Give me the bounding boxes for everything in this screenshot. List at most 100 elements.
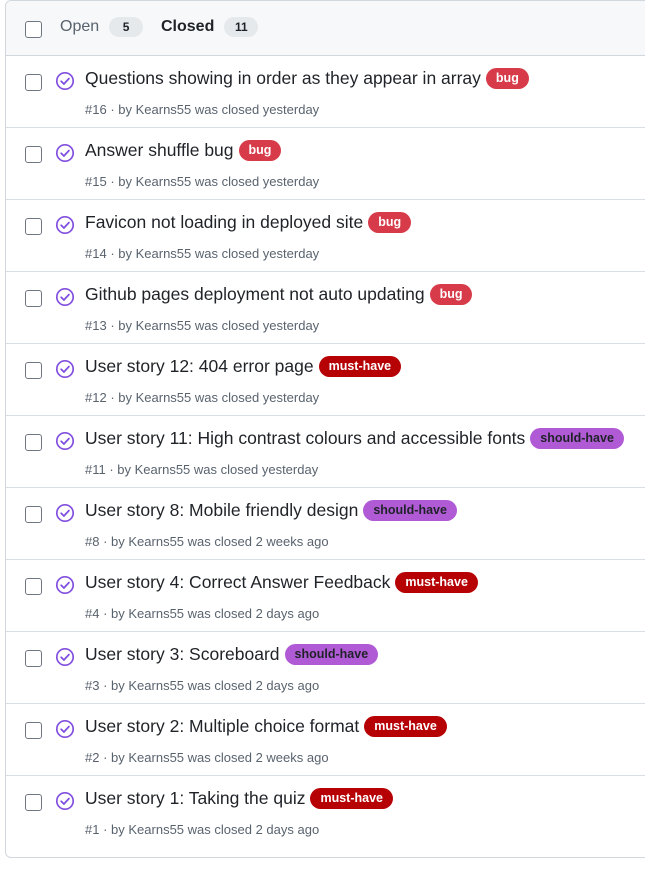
issue-closed-icon — [55, 791, 75, 811]
issue-select-checkbox[interactable] — [25, 722, 42, 739]
issue-author-link[interactable]: Kearns55 — [128, 822, 184, 837]
issue-closed-time: was closed 2 weeks ago — [187, 534, 329, 549]
issue-label[interactable]: should-have — [530, 428, 624, 449]
issue-title-line: User story 4: Correct Answer Feedback mu… — [85, 572, 478, 593]
issue-select-checkbox[interactable] — [25, 578, 42, 595]
issue-title-link[interactable]: Answer shuffle bug — [85, 140, 234, 161]
issue-number: #1 — [85, 822, 100, 837]
issue-label[interactable]: bug — [238, 140, 282, 161]
issues-list-header: Open 5 Closed 11 — [6, 1, 645, 56]
issue-number: #16 — [85, 102, 107, 117]
issue-closed-icon — [55, 647, 75, 667]
issue-author-link[interactable]: Kearns55 — [128, 750, 184, 765]
issue-title-line: User story 11: High contrast colours and… — [85, 428, 624, 449]
meta-separator: · by — [106, 246, 136, 261]
issue-closed-icon — [55, 143, 75, 163]
meta-separator: · by — [106, 390, 136, 405]
issue-meta: #12 · by Kearns55 was closed yesterday — [85, 390, 319, 405]
issue-title-line: User story 12: 404 error page must-have — [85, 356, 402, 377]
issue-closed-icon — [55, 215, 75, 235]
meta-separator: · by — [106, 174, 136, 189]
issue-title-line: Github pages deployment not auto updatin… — [85, 284, 473, 305]
issue-select-checkbox[interactable] — [25, 650, 42, 667]
issue-title-line: Answer shuffle bug bug — [85, 140, 282, 161]
meta-separator: · by — [106, 102, 136, 117]
issue-title-link[interactable]: User story 1: Taking the quiz — [85, 788, 305, 809]
issue-closed-time: was closed 2 weeks ago — [187, 750, 329, 765]
issue-closed-time: was closed 2 days ago — [187, 606, 320, 621]
issue-title-link[interactable]: Github pages deployment not auto updatin… — [85, 284, 425, 305]
issue-closed-time: was closed 2 days ago — [187, 822, 320, 837]
tab-closed-count: 11 — [224, 17, 259, 37]
issue-author-link[interactable]: Kearns55 — [136, 102, 192, 117]
issue-meta: #14 · by Kearns55 was closed yesterday — [85, 246, 319, 261]
issues-list-box: Open 5 Closed 11 Questions showing in or… — [5, 0, 645, 858]
issue-rows: Questions showing in order as they appea… — [6, 56, 645, 848]
issue-title-link[interactable]: User story 11: High contrast colours and… — [85, 428, 525, 449]
issue-select-checkbox[interactable] — [25, 290, 42, 307]
tab-closed[interactable]: Closed 11 — [161, 17, 259, 37]
issue-title-link[interactable]: User story 12: 404 error page — [85, 356, 314, 377]
issue-label[interactable]: must-have — [395, 572, 478, 593]
issue-number: #8 — [85, 534, 100, 549]
issue-meta: #2 · by Kearns55 was closed 2 weeks ago — [85, 750, 329, 765]
issue-number: #4 — [85, 606, 100, 621]
issue-select-checkbox[interactable] — [25, 362, 42, 379]
issue-label[interactable]: bug — [429, 284, 473, 305]
issue-select-checkbox[interactable] — [25, 146, 42, 163]
issue-number: #3 — [85, 678, 100, 693]
issue-select-checkbox[interactable] — [25, 434, 42, 451]
issue-author-link[interactable]: Kearns55 — [136, 318, 192, 333]
issue-row: User story 12: 404 error page must-have … — [6, 344, 645, 416]
issue-row: Github pages deployment not auto updatin… — [6, 272, 645, 344]
issue-title-link[interactable]: User story 8: Mobile friendly design — [85, 500, 358, 521]
issue-meta: #16 · by Kearns55 was closed yesterday — [85, 102, 319, 117]
issue-title-link[interactable]: User story 2: Multiple choice format — [85, 716, 359, 737]
issue-label[interactable]: bug — [368, 212, 412, 233]
issue-label[interactable]: must-have — [318, 356, 402, 377]
issue-author-link[interactable]: Kearns55 — [136, 174, 192, 189]
issue-meta: #3 · by Kearns55 was closed 2 days ago — [85, 678, 319, 693]
issue-author-link[interactable]: Kearns55 — [135, 462, 191, 477]
issue-number: #12 — [85, 390, 107, 405]
issue-closed-icon — [55, 431, 75, 451]
issue-author-link[interactable]: Kearns55 — [128, 678, 184, 693]
meta-separator: · by — [99, 678, 129, 693]
issue-select-checkbox[interactable] — [25, 74, 42, 91]
issue-meta: #8 · by Kearns55 was closed 2 weeks ago — [85, 534, 329, 549]
issue-title-line: Questions showing in order as they appea… — [85, 68, 529, 89]
issue-closed-time: was closed yesterday — [194, 246, 320, 261]
issue-label[interactable]: should-have — [284, 644, 379, 665]
issue-author-link[interactable]: Kearns55 — [128, 606, 184, 621]
issue-author-link[interactable]: Kearns55 — [128, 534, 184, 549]
issue-title-line: User story 1: Taking the quiz must-have — [85, 788, 394, 809]
issue-title-link[interactable]: Favicon not loading in deployed site — [85, 212, 363, 233]
issue-title-link[interactable]: Questions showing in order as they appea… — [85, 68, 481, 89]
issue-label[interactable]: must-have — [364, 716, 447, 737]
issue-number: #14 — [85, 246, 107, 261]
issue-title-line: User story 2: Multiple choice format mus… — [85, 716, 447, 737]
issue-select-checkbox[interactable] — [25, 218, 42, 235]
issue-row: User story 8: Mobile friendly design sho… — [6, 488, 645, 560]
issue-row: User story 3: Scoreboard should-have #3 … — [6, 632, 645, 704]
issue-meta: #11 · by Kearns55 was closed yesterday — [85, 462, 318, 477]
issue-title-link[interactable]: User story 3: Scoreboard — [85, 644, 280, 665]
meta-separator: · by — [99, 606, 129, 621]
issue-select-checkbox[interactable] — [25, 794, 42, 811]
issue-title-link[interactable]: User story 4: Correct Answer Feedback — [85, 572, 390, 593]
issue-author-link[interactable]: Kearns55 — [136, 246, 192, 261]
issue-label[interactable]: should-have — [363, 500, 457, 521]
issue-number: #13 — [85, 318, 107, 333]
issue-select-checkbox[interactable] — [25, 506, 42, 523]
issue-label[interactable]: must-have — [310, 788, 394, 809]
issue-closed-icon — [55, 503, 75, 523]
meta-separator: · by — [99, 750, 129, 765]
issue-closed-time: was closed yesterday — [193, 462, 319, 477]
issue-row: User story 11: High contrast colours and… — [6, 416, 645, 488]
issue-author-link[interactable]: Kearns55 — [136, 390, 192, 405]
issue-closed-time: was closed yesterday — [194, 318, 320, 333]
tab-open[interactable]: Open 5 — [60, 17, 144, 37]
issue-label[interactable]: bug — [485, 68, 529, 89]
tab-closed-label: Closed — [161, 18, 215, 35]
select-all-checkbox[interactable] — [25, 21, 42, 38]
